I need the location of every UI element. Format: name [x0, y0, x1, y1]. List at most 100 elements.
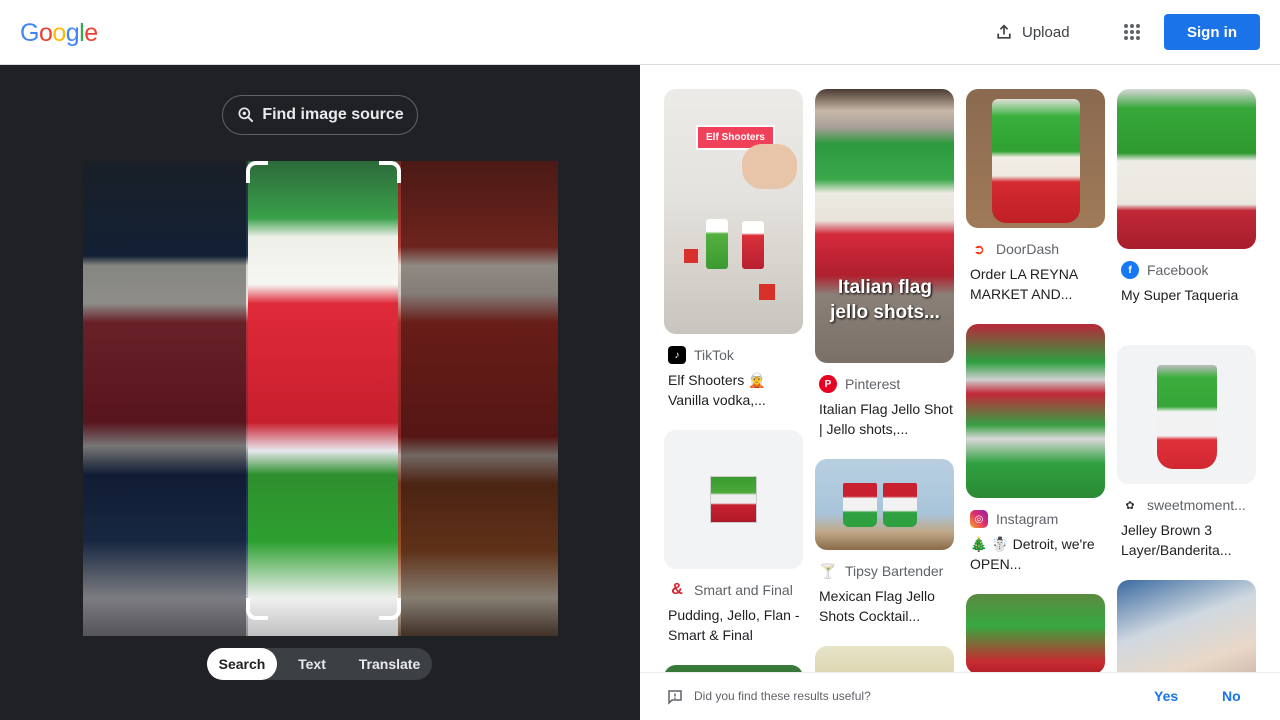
- facebook-icon: f: [1121, 261, 1139, 279]
- results-column-2: Italian flag jello shots... P Pinterest …: [815, 89, 954, 672]
- result-thumbnail[interactable]: [966, 324, 1105, 498]
- tipsy-bartender-icon: 🍸: [819, 562, 837, 580]
- result-thumbnail[interactable]: [1117, 580, 1256, 672]
- feedback-bar: Did you find these results useful? Yes N…: [640, 672, 1280, 720]
- google-apps-button[interactable]: [1114, 14, 1150, 50]
- result-title[interactable]: Elf Shooters 🧝 Vanilla vodka,...: [664, 370, 803, 410]
- result-thumbnail[interactable]: [815, 646, 954, 672]
- results-column-3: ➲ DoorDash Order LA REYNA MARKET AND... …: [966, 89, 1105, 672]
- result-thumbnail[interactable]: Elf Shooters: [664, 89, 803, 334]
- result-card[interactable]: 🍸 Tipsy Bartender Mexican Flag Jello Sho…: [815, 459, 954, 626]
- logo-letter: g: [65, 19, 80, 47]
- shot-glass: [706, 219, 728, 269]
- jello-cup: [1157, 365, 1217, 469]
- lens-search-icon: [238, 107, 254, 123]
- result-thumbnail[interactable]: [664, 665, 803, 672]
- logo-letter: G: [20, 19, 39, 47]
- source-name: TikTok: [694, 347, 734, 363]
- result-card[interactable]: f Facebook My Super Taqueria: [1117, 89, 1256, 325]
- logo-letter: e: [84, 19, 98, 47]
- result-thumbnail[interactable]: [966, 89, 1105, 228]
- result-thumbnail[interactable]: [966, 594, 1105, 672]
- crop-handle-bottom-left[interactable]: [246, 598, 268, 620]
- product-image: [710, 476, 757, 523]
- result-thumbnail[interactable]: [815, 459, 954, 550]
- logo-letter: o: [52, 19, 66, 47]
- result-source: ♪ TikTok: [664, 346, 803, 364]
- upload-button[interactable]: Upload: [984, 12, 1080, 52]
- result-source: P Pinterest: [815, 375, 954, 393]
- source-name: Facebook: [1147, 262, 1209, 278]
- glass-center: [248, 161, 398, 636]
- tab-text[interactable]: Text: [277, 648, 347, 680]
- logo-letter: o: [38, 19, 53, 47]
- results-column-1: Elf Shooters ♪ TikTok Elf Shooters 🧝 Van…: [664, 89, 803, 672]
- tab-translate[interactable]: Translate: [347, 648, 432, 680]
- google-logo[interactable]: Google: [20, 18, 98, 48]
- query-image[interactable]: [83, 161, 558, 636]
- result-thumbnail[interactable]: [664, 430, 803, 569]
- feedback-question: Did you find these results useful?: [694, 689, 871, 703]
- source-name: Tipsy Bartender: [845, 563, 944, 579]
- result-thumbnail[interactable]: Italian flag jello shots...: [815, 89, 954, 363]
- feedback-yes-button[interactable]: Yes: [1154, 688, 1178, 704]
- result-title[interactable]: Mexican Flag Jello Shots Cocktail...: [815, 586, 954, 626]
- lens-mode-tabs: Search Text Translate: [207, 648, 432, 680]
- source-name: DoorDash: [996, 241, 1060, 257]
- find-source-label: Find image source: [262, 106, 404, 123]
- crop-handle-bottom-right[interactable]: [379, 598, 401, 620]
- result-card[interactable]: Italian flag jello shots... P Pinterest …: [815, 89, 954, 439]
- smart-and-final-icon: &: [668, 581, 686, 599]
- gift-box: [684, 249, 698, 263]
- result-title[interactable]: My Super Taqueria: [1117, 285, 1256, 325]
- upload-icon: [997, 24, 1011, 39]
- crop-dim-left: [83, 161, 246, 636]
- sweetmoments-icon: ✿: [1121, 496, 1139, 514]
- tab-search[interactable]: Search: [207, 648, 277, 680]
- result-card[interactable]: ✿ sweetmoment... Jelley Brown 3 Layer/Ba…: [1117, 345, 1256, 560]
- pinterest-icon: P: [819, 375, 837, 393]
- hand: [742, 144, 797, 189]
- source-name: sweetmoment...: [1147, 497, 1246, 513]
- feedback-icon: [668, 690, 682, 705]
- crop-dim-right: [401, 161, 558, 636]
- result-card[interactable]: ➲ DoorDash Order LA REYNA MARKET AND...: [966, 89, 1105, 304]
- result-title[interactable]: Order LA REYNA MARKET AND...: [966, 264, 1105, 304]
- result-card[interactable]: ◎ Instagram 🎄 ☃️ Detroit, we're OPEN...: [966, 324, 1105, 574]
- result-card[interactable]: Elf Shooters ♪ TikTok Elf Shooters 🧝 Van…: [664, 89, 803, 410]
- tiktok-icon: ♪: [668, 346, 686, 364]
- result-source: f Facebook: [1117, 261, 1256, 279]
- result-title[interactable]: Jelley Brown 3 Layer/Banderita...: [1117, 520, 1256, 560]
- find-image-source-button[interactable]: Find image source: [222, 95, 418, 135]
- instagram-icon: ◎: [970, 510, 988, 528]
- result-source: 🍸 Tipsy Bartender: [815, 562, 954, 580]
- result-card[interactable]: & Smart and Final Pudding, Jello, Flan -…: [664, 430, 803, 645]
- gift-box: [759, 284, 775, 300]
- result-source: ➲ DoorDash: [966, 240, 1105, 258]
- lens-query-panel: Find image source Search Text Translate: [0, 65, 640, 720]
- result-source: ✿ sweetmoment...: [1117, 496, 1256, 514]
- shot-glass: [742, 221, 764, 269]
- source-name: Smart and Final: [694, 582, 793, 598]
- feedback-no-button[interactable]: No: [1222, 688, 1241, 704]
- result-title[interactable]: Pudding, Jello, Flan - Smart & Final: [664, 605, 803, 645]
- sign-in-button[interactable]: Sign in: [1164, 14, 1260, 50]
- result-thumbnail[interactable]: [1117, 89, 1256, 249]
- jello-cup: [992, 99, 1080, 223]
- crop-handle-top-left[interactable]: [246, 161, 268, 183]
- result-title[interactable]: Italian Flag Jello Shot | Jello shots,..…: [815, 399, 954, 439]
- result-source: ◎ Instagram: [966, 510, 1105, 528]
- result-title[interactable]: 🎄 ☃️ Detroit, we're OPEN...: [966, 534, 1105, 574]
- doordash-icon: ➲: [970, 240, 988, 258]
- result-thumbnail[interactable]: [1117, 345, 1256, 484]
- shot-cup: [883, 483, 917, 527]
- results-column-4: f Facebook My Super Taqueria ✿ sweetmome…: [1117, 89, 1256, 672]
- source-name: Pinterest: [845, 376, 901, 392]
- header: Google Upload Sign in: [0, 0, 1280, 65]
- shot-cup: [843, 483, 877, 527]
- result-source: & Smart and Final: [664, 581, 803, 599]
- upload-label: Upload: [1022, 23, 1070, 41]
- crop-handle-top-right[interactable]: [379, 161, 401, 183]
- thumbnail-overlay-label: Italian flag jello shots...: [830, 277, 940, 323]
- apps-grid-icon: [1124, 24, 1140, 40]
